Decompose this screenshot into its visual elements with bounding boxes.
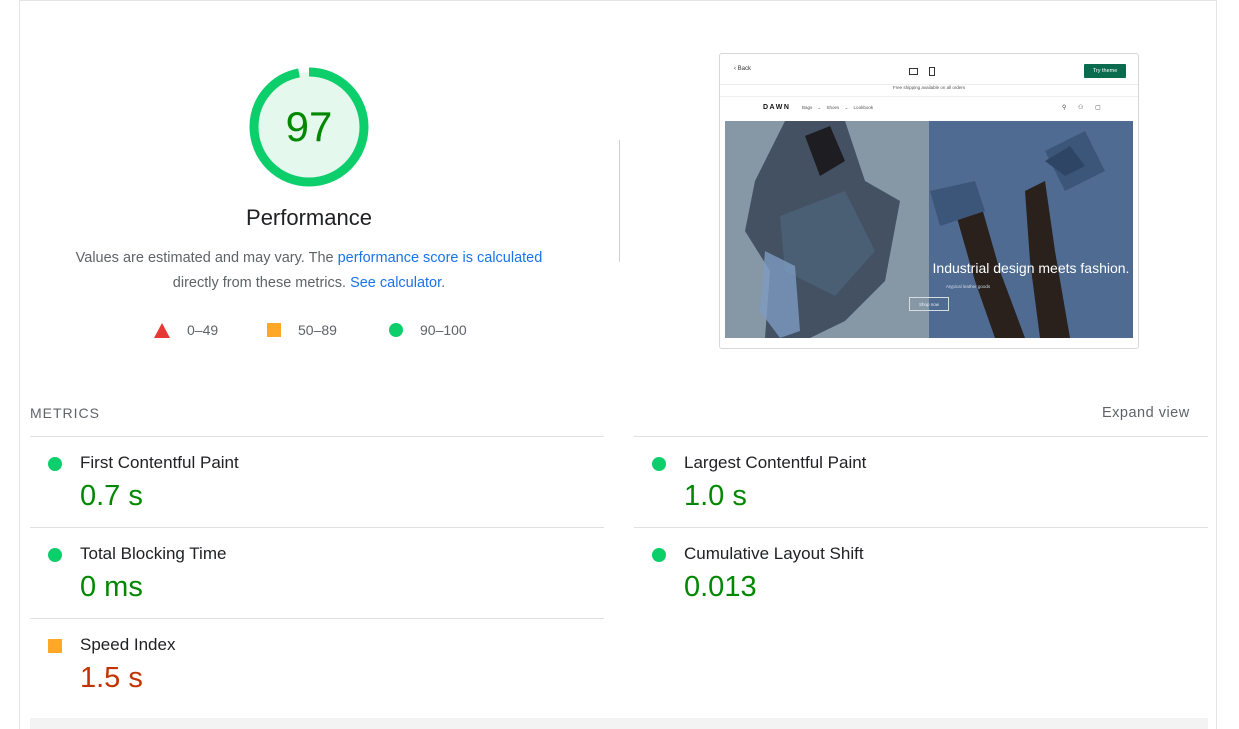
hero-title: Industrial design meets fashion.: [932, 260, 1130, 276]
thumb-nav: DAWN Bags ⌄ Shoes ⌄ Lookbook ⚲ ⚇ ▢: [720, 96, 1138, 119]
thumb-topbar: ‹ Back Try theme: [720, 54, 1138, 85]
metric-name: Speed Index: [80, 635, 176, 654]
back-link: ‹ Back: [734, 66, 752, 72]
desc-period: .: [441, 275, 446, 291]
hero-title-wrap: Industrial design meets fashion.: [725, 260, 1133, 278]
metric-name: Largest Contentful Paint: [684, 453, 867, 472]
metric-largest-contentful-paint: Largest Contentful Paint 1.0 s: [634, 437, 1208, 527]
pass-circle-icon: [652, 548, 666, 562]
score-label: Performance: [246, 205, 372, 230]
metric-name: Total Blocking Time: [80, 544, 227, 563]
circle-icon: [389, 323, 403, 337]
header-icons: ⚲ ⚇ ▢: [1062, 105, 1106, 111]
metric-total-blocking-time: Total Blocking Time 0 ms: [30, 528, 604, 618]
triangle-icon: [154, 322, 170, 338]
metric-value: 1.0 s: [684, 480, 747, 512]
try-theme-button: Try theme: [1084, 64, 1126, 78]
announcement-bar: Free shipping available on all orders: [892, 85, 966, 90]
mobile-icon: [929, 67, 935, 76]
pass-circle-icon: [652, 457, 666, 471]
desc-text: Values are estimated and may vary. The: [75, 250, 338, 266]
expand-view-toggle[interactable]: Expand view: [1102, 405, 1190, 421]
desktop-icon: [909, 68, 918, 75]
metric-value: 0.013: [684, 571, 757, 603]
square-icon: [267, 323, 281, 337]
metric-name: First Contentful Paint: [80, 453, 239, 472]
shop-now-button: Shop now: [909, 297, 949, 311]
legend-range: 90–100: [420, 322, 467, 338]
legend-range: 50–89: [298, 322, 337, 338]
page-screenshot-thumbnail[interactable]: ‹ Back Try theme Free shipping available…: [719, 53, 1139, 349]
desc-text-2: directly from these metrics.: [172, 275, 351, 291]
metrics-heading: METRICS: [30, 405, 100, 421]
metric-cumulative-layout-shift: Cumulative Layout Shift 0.013: [634, 528, 1208, 618]
legend-fail: 0–49: [154, 320, 218, 340]
hero-subtitle: Atypical leather goods: [945, 284, 991, 289]
brand-logo: DAWN: [763, 104, 791, 111]
score-description: Values are estimated and may vary. The p…: [54, 246, 564, 296]
score-calc-link[interactable]: performance score is calculated: [338, 250, 543, 266]
metric-name: Cumulative Layout Shift: [684, 544, 864, 563]
score-legend: 0–49 50–89 90–100: [0, 320, 620, 340]
pass-circle-icon: [48, 457, 62, 471]
divider: [619, 140, 620, 262]
see-calculator-link[interactable]: See calculator: [350, 275, 441, 291]
nav-links: Bags ⌄ Shoes ⌄ Lookbook: [802, 105, 874, 110]
average-square-icon: [48, 639, 62, 653]
legend-pass: 90–100: [389, 320, 467, 340]
hero-image: Industrial design meets fashion. Atypica…: [725, 121, 1133, 338]
legend-average: 50–89: [267, 320, 337, 340]
pass-circle-icon: [48, 548, 62, 562]
next-section-strip: [30, 718, 1208, 729]
metric-value: 0 ms: [80, 571, 143, 603]
metric-first-contentful-paint: First Contentful Paint 0.7 s: [30, 437, 604, 527]
score-value: 97: [285, 103, 333, 150]
metric-speed-index: Speed Index 1.5 s: [30, 619, 604, 709]
metric-value: 0.7 s: [80, 480, 143, 512]
legend-range: 0–49: [187, 322, 219, 338]
metric-value: 1.5 s: [80, 662, 143, 694]
